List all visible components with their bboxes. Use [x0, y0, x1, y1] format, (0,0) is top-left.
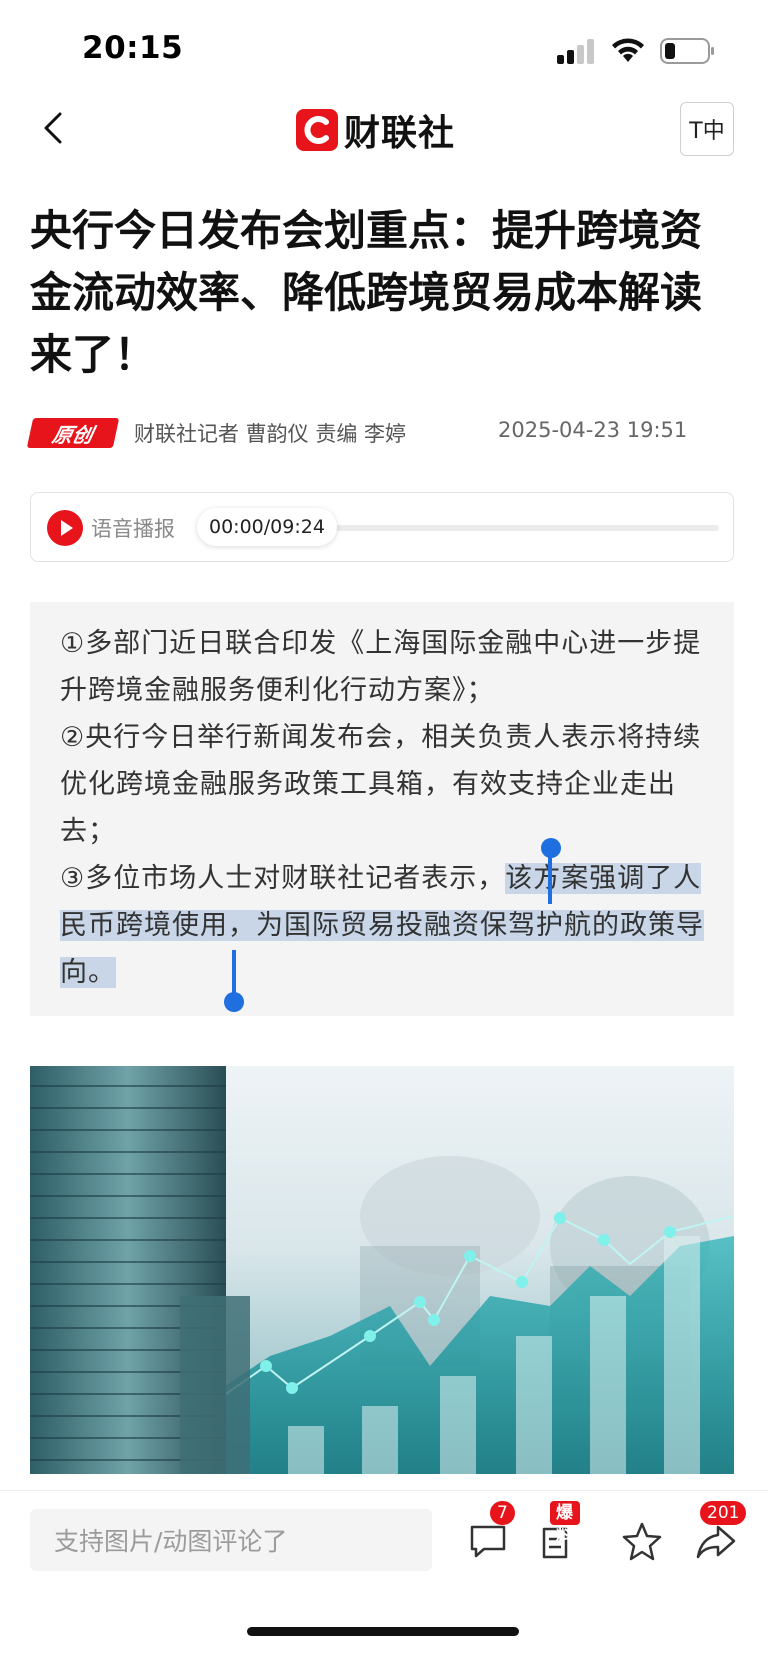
reporter-info: 财联社记者 曹韵仪 责编 李婷: [134, 422, 407, 446]
cellular-signal-icon: [557, 38, 597, 64]
tip-off-badge: 爆料: [550, 1501, 580, 1547]
favorite-button[interactable]: [620, 1519, 664, 1563]
share-icon: [696, 1525, 736, 1559]
article-headline: 央行今日发布会划重点：提升跨境资金流动效率、降低跨境贸易成本解读来了！: [30, 206, 703, 379]
share-button[interactable]: 201: [694, 1501, 747, 1563]
summary-point-3: ③多位市场人士对财联社记者表示，该方案强调了人民币跨境使用，为国际贸易投融资保驾…: [60, 855, 710, 996]
audio-label: 语音播报: [91, 517, 175, 541]
original-badge: 原创: [26, 418, 120, 448]
summary-point-2: ②央行今日举行新闻发布会，相关负责人表示将持续优化跨境金融服务政策工具箱，有效支…: [60, 722, 702, 847]
status-bar: 20:15: [0, 0, 768, 90]
logo-mark: [296, 109, 338, 151]
tip-off-button[interactable]: 爆料: [536, 1501, 580, 1563]
logo: 财联社: [296, 108, 455, 154]
summary-point-1: ①多部门近日联合印发《上海国际金融中心进一步提升跨境金融服务便利化行动方案》；: [60, 628, 702, 706]
finance-illustration: [30, 1066, 734, 1474]
battery-icon: [660, 38, 714, 64]
selection-end-handle[interactable]: [224, 950, 244, 1016]
back-icon[interactable]: [36, 106, 76, 150]
wifi-icon: [612, 38, 644, 62]
font-size-button[interactable]: T中: [680, 102, 734, 156]
audio-time[interactable]: 00:00/09:24: [197, 508, 337, 546]
comment-button[interactable]: 7: [466, 1501, 515, 1563]
home-indicator[interactable]: [247, 1627, 519, 1636]
publish-time: 2025-04-23 19:51: [498, 418, 688, 442]
share-count-badge: 201: [700, 1501, 747, 1525]
nav-bar: 财联社 T中: [0, 90, 768, 170]
star-icon: [622, 1522, 662, 1561]
bottom-bar: 支持图片/动图评论了 7 爆料 201: [0, 1490, 768, 1663]
article-meta: 原创 财联社记者 曹韵仪 责编 李婷 2025-04-23 19:51: [26, 414, 740, 454]
comment-count-badge: 7: [490, 1501, 515, 1525]
summary-point-3-prefix: ③多位市场人士对财联社记者表示，: [60, 863, 506, 894]
audio-player: 语音播报 00:00/09:24: [30, 492, 734, 562]
article-image: [30, 1066, 734, 1474]
selection-start-handle[interactable]: [541, 838, 561, 904]
summary-text[interactable]: ①多部门近日联合印发《上海国际金融中心进一步提升跨境金融服务便利化行动方案》； …: [60, 620, 710, 996]
article-summary: ①多部门近日联合印发《上海国际金融中心进一步提升跨境金融服务便利化行动方案》； …: [30, 602, 734, 1016]
play-icon[interactable]: [47, 510, 83, 546]
status-time: 20:15: [82, 30, 184, 66]
comment-icon: [470, 1525, 506, 1558]
comment-input[interactable]: 支持图片/动图评论了: [30, 1509, 432, 1571]
logo-text: 财联社: [344, 113, 456, 154]
